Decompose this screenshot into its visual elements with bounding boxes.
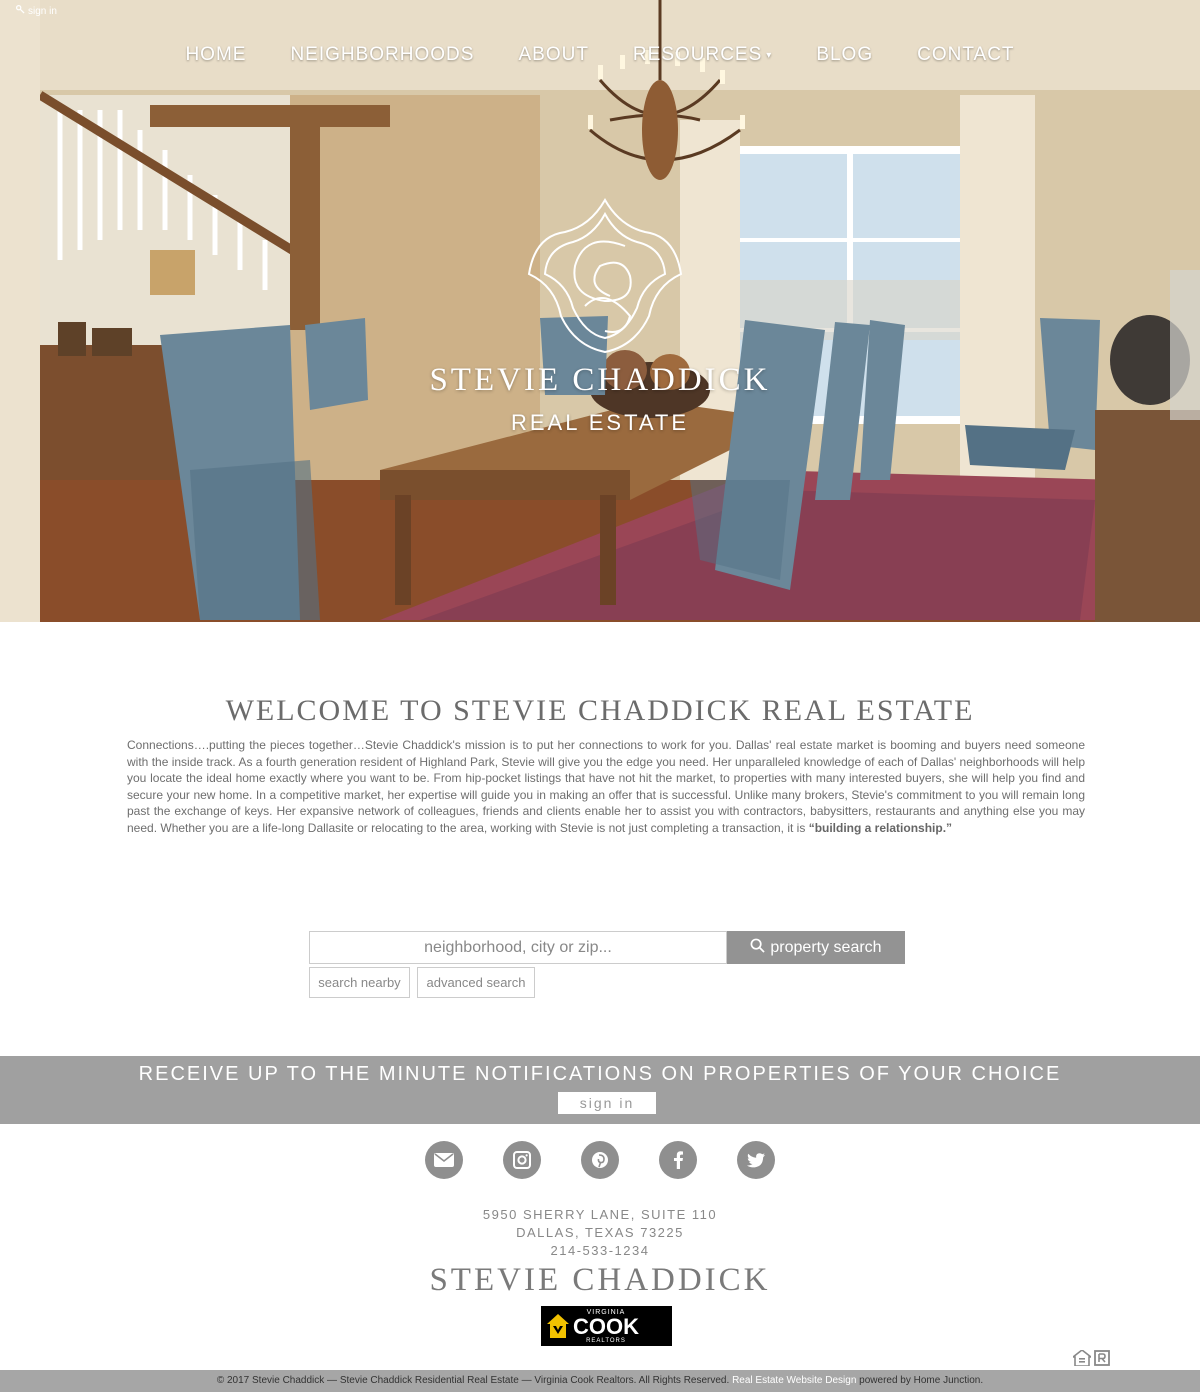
property-search-button[interactable]: property search — [727, 931, 905, 964]
cook-logo-text: VIRGINIA COOK REALTORS — [573, 1309, 639, 1344]
nav-home-label: HOME — [185, 44, 247, 65]
nav-about[interactable]: ABOUT — [496, 44, 610, 66]
caret-down-icon: ▾ — [766, 49, 773, 61]
facebook-icon[interactable] — [659, 1141, 697, 1179]
address-line-1: 5950 SHERRY LANE, SUITE 110 — [482, 1207, 718, 1222]
advanced-search-button[interactable]: advanced search — [417, 967, 535, 998]
phone-number[interactable]: 214-533-1234 — [0, 1243, 1200, 1258]
address-line-2: DALLAS, TEXAS 73225 — [516, 1225, 684, 1240]
virginia-cook-logo[interactable]: VIRGINIA COOK REALTORS — [541, 1306, 672, 1346]
instagram-icon[interactable] — [503, 1141, 541, 1179]
nav-neighborhoods[interactable]: NEIGHBORHOODS — [268, 44, 496, 66]
property-search-label: property search — [770, 938, 882, 956]
nav-contact[interactable]: CONTACT — [895, 44, 1036, 66]
nav-about-label: ABOUT — [518, 44, 589, 65]
hero-brand-subtitle: REAL ESTATE — [510, 410, 690, 435]
hero-brand-name: STEVIE CHADDICK — [429, 362, 771, 398]
nav-resources[interactable]: RESOURCES ▾ — [611, 44, 794, 66]
search-nearby-button[interactable]: search nearby — [309, 967, 410, 998]
welcome-text: Connections….putting the pieces together… — [127, 737, 1085, 836]
magnifier-icon — [750, 938, 766, 958]
website-design-link[interactable]: Real Estate Website Design — [732, 1375, 856, 1386]
welcome-emphasis: “building a relationship.” — [808, 820, 953, 835]
compliance-icons — [1073, 1350, 1110, 1366]
footer-brand-name: STEVIE CHADDICK — [429, 1262, 771, 1298]
main-nav: HOME NEIGHBORHOODS ABOUT RESOURCES ▾ BLOG… — [0, 44, 1200, 66]
top-signin-label: sign in — [28, 5, 57, 17]
copyright-text: © 2017 Stevie Chaddick — Stevie Chaddick… — [216, 1375, 730, 1386]
nav-contact-label: CONTACT — [917, 44, 1015, 65]
property-search-bar: property search — [309, 931, 905, 964]
envelope-icon[interactable] — [425, 1141, 463, 1179]
cook-logo-main: COOK — [573, 1313, 639, 1339]
copyright-bar: © 2017 Stevie Chaddick — Stevie Chaddick… — [0, 1370, 1200, 1392]
notify-signin-button[interactable]: sign in — [558, 1092, 656, 1114]
top-signin-link[interactable]: sign in — [16, 5, 57, 17]
hero-banner: sign in HOME NEIGHBORHOODS ABOUT RESOURC… — [0, 0, 1200, 622]
nav-resources-label: RESOURCES — [632, 44, 763, 65]
key-icon — [16, 5, 25, 17]
notification-text: RECEIVE UP TO THE MINUTE NOTIFICATIONS O… — [138, 1063, 1062, 1085]
twitter-icon[interactable] — [737, 1141, 775, 1179]
nav-home[interactable]: HOME — [163, 44, 268, 66]
realtor-icon — [1094, 1350, 1110, 1366]
copyright-suffix: powered by Home Junction. — [859, 1375, 984, 1386]
nav-blog[interactable]: BLOG — [794, 44, 895, 66]
pinterest-icon[interactable] — [581, 1141, 619, 1179]
house-logo-icon — [547, 1314, 569, 1338]
notification-bar: RECEIVE UP TO THE MINUTE NOTIFICATIONS O… — [0, 1056, 1200, 1124]
nav-neighborhoods-label: NEIGHBORHOODS — [290, 44, 475, 65]
nav-blog-label: BLOG — [816, 44, 874, 65]
monogram-logo-icon — [527, 197, 683, 354]
search-input[interactable] — [309, 931, 727, 964]
social-links — [0, 1141, 1200, 1179]
welcome-title: WELCOME TO STEVIE CHADDICK REAL ESTATE — [225, 694, 975, 727]
equal-housing-icon — [1073, 1350, 1091, 1366]
